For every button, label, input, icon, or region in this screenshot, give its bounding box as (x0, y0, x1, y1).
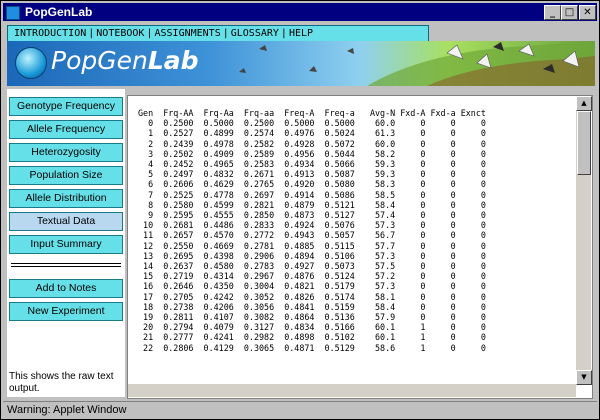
arrow-down-icon: ▼ (581, 373, 587, 381)
banner-moths-icon (239, 41, 595, 86)
nav-input-summary[interactable]: Input Summary (9, 235, 123, 254)
close-icon: ✕ (583, 7, 592, 18)
sidebar-divider (11, 263, 121, 264)
nav-allele-frequency[interactable]: Allele Frequency (9, 120, 123, 139)
scroll-up-button[interactable]: ▲ (576, 96, 592, 111)
menu-introduction[interactable]: INTRODUCTION (8, 26, 86, 42)
raw-text-output[interactable]: Gen Frq-AA Frq-Aa Frq-aa Freq-A Freq-a A… (128, 96, 576, 384)
maximize-icon: □ (564, 7, 575, 18)
close-button[interactable]: ✕ (579, 5, 596, 20)
status-bar: Warning: Applet Window (3, 401, 597, 418)
minimize-button[interactable]: _ (544, 5, 561, 20)
output-data-row: 2 0.2439 0.4978 0.2582 0.4928 0.5072 60.… (138, 138, 486, 149)
output-panel: Gen Frq-AA Frq-Aa Frq-aa Freq-A Freq-a A… (127, 95, 593, 399)
output-data-row: 22 0.2806 0.4129 0.3065 0.4871 0.5129 58… (138, 342, 486, 353)
nav-population-size[interactable]: Population Size (9, 166, 123, 185)
nav-genotype-frequency[interactable]: Genotype Frequency (9, 97, 123, 116)
nav-heterozygosity[interactable]: Heterozygosity (9, 143, 123, 162)
new-experiment-button[interactable]: New Experiment (9, 302, 123, 321)
applet-window: PopGenLab _ □ ✕ INTRODUCTION | NOTEBOOK … (0, 0, 600, 420)
output-data-row: 17 0.2705 0.4242 0.3052 0.4826 0.5174 58… (138, 291, 486, 302)
output-data-row: 1 0.2527 0.4899 0.2574 0.4976 0.5024 61.… (138, 128, 486, 139)
menu-help[interactable]: HELP (289, 26, 313, 42)
output-data-row: 16 0.2646 0.4350 0.3004 0.4821 0.5179 57… (138, 281, 486, 292)
menu-assignments[interactable]: ASSIGNMENTS (154, 26, 220, 42)
sidebar-divider (11, 266, 121, 267)
menu-separator: | (280, 28, 287, 39)
output-data-row: 7 0.2525 0.4778 0.2697 0.4914 0.5086 58.… (138, 189, 486, 200)
add-to-notes-button[interactable]: Add to Notes (9, 279, 123, 298)
output-data-row: 21 0.2777 0.4241 0.2982 0.4898 0.5102 60… (138, 332, 486, 343)
header-banner: PopGenLab (7, 41, 595, 86)
output-data-row: 6 0.2606 0.4629 0.2765 0.4920 0.5080 58.… (138, 179, 486, 190)
vertical-scroll-thumb[interactable] (577, 111, 591, 175)
menu-glossary[interactable]: GLOSSARY (231, 26, 279, 42)
vertical-scrollbar[interactable]: ▲ ▼ (576, 96, 592, 385)
left-sidebar: Genotype Frequency Allele Frequency Hete… (7, 89, 125, 397)
scroll-down-button[interactable]: ▼ (576, 370, 592, 385)
nav-allele-distribution[interactable]: Allele Distribution (9, 189, 123, 208)
maximize-button[interactable]: □ (561, 5, 578, 20)
output-data-row: 12 0.2550 0.4669 0.2781 0.4885 0.5115 57… (138, 240, 486, 251)
window-title: PopGenLab (25, 5, 93, 19)
menu-notebook[interactable]: NOTEBOOK (96, 26, 144, 42)
output-data-row: 11 0.2657 0.4570 0.2772 0.4943 0.5057 56… (138, 230, 486, 241)
app-icon (6, 6, 20, 20)
horizontal-scrollbar[interactable] (128, 384, 576, 397)
title-bar[interactable]: PopGenLab _ □ ✕ (3, 3, 597, 21)
nav-textual-data[interactable]: Textual Data (9, 212, 123, 231)
menu-separator: | (222, 28, 229, 39)
status-text: Warning: Applet Window (7, 404, 127, 416)
arrow-up-icon: ▲ (581, 99, 587, 107)
minimize-icon: _ (550, 7, 555, 18)
menu-separator: | (88, 28, 95, 39)
menu-separator: | (146, 28, 153, 39)
help-text: This shows the raw text output. (9, 371, 114, 394)
